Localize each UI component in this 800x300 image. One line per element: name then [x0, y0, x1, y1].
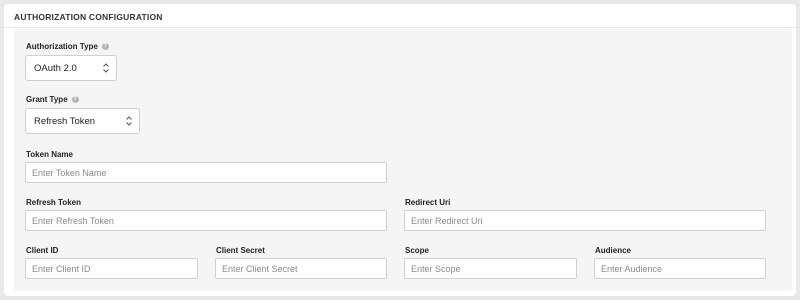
auth-type-value: OAuth 2.0: [34, 62, 77, 74]
auth-type-select[interactable]: OAuth 2.0: [25, 55, 117, 81]
client-id-label: Client ID: [26, 246, 59, 255]
section-title: AUTHORIZATION CONFIGURATION: [14, 12, 163, 22]
refresh-token-input[interactable]: [25, 210, 387, 231]
divider: [4, 27, 796, 28]
chevron-up-down-icon: [126, 116, 132, 126]
chevron-up-down-icon: [103, 63, 109, 73]
token-name-label: Token Name: [26, 150, 73, 159]
help-icon[interactable]: ?: [71, 96, 79, 103]
auth-type-label: Authorization Type ?: [26, 42, 109, 51]
config-panel: [14, 29, 792, 291]
audience-label: Audience: [595, 246, 632, 255]
client-secret-label: Client Secret: [216, 246, 265, 255]
grant-type-select[interactable]: Refresh Token: [25, 108, 140, 134]
grant-type-value: Refresh Token: [34, 115, 96, 127]
client-id-input[interactable]: [25, 258, 198, 279]
scope-label: Scope: [405, 246, 430, 255]
scope-input[interactable]: [404, 258, 577, 279]
client-secret-input[interactable]: [215, 258, 387, 279]
grant-type-label-text: Grant Type: [26, 95, 68, 104]
redirect-uri-label: Redirect Uri: [405, 198, 451, 207]
audience-input[interactable]: [594, 258, 766, 279]
refresh-token-label: Refresh Token: [26, 198, 81, 207]
auth-type-label-text: Authorization Type: [26, 42, 98, 51]
token-name-input[interactable]: [25, 162, 387, 183]
redirect-uri-input[interactable]: [404, 210, 766, 231]
help-icon[interactable]: ?: [101, 43, 109, 50]
grant-type-label: Grant Type ?: [26, 95, 79, 104]
